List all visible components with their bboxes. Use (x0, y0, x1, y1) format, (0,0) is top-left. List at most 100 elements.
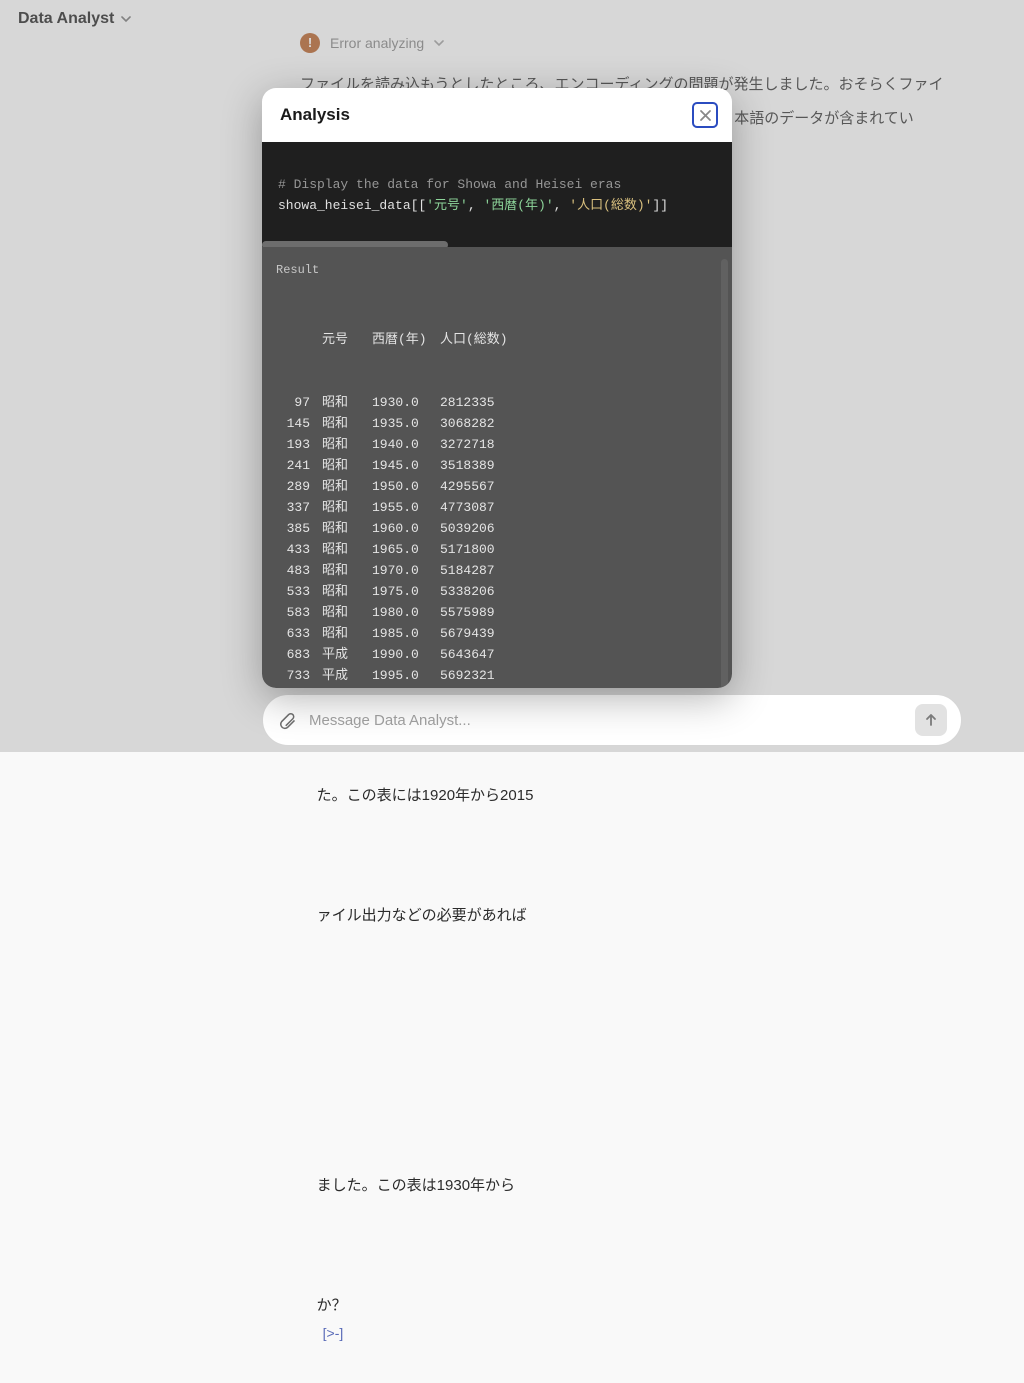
cell-era: 昭和 (322, 581, 372, 602)
vertical-scrollbar[interactable] (721, 259, 728, 688)
table-row: 683平成1990.05643647 (276, 644, 716, 665)
app-title-dropdown[interactable]: Data Analyst (18, 10, 132, 28)
cell-pop: 5338206 (440, 581, 530, 602)
cell-year: 1955.0 (372, 497, 440, 518)
result-label: Result (276, 261, 716, 280)
cell-index: 583 (276, 602, 322, 623)
cell-era: 昭和 (322, 476, 372, 497)
cell-era: 平成 (322, 687, 372, 688)
error-icon: ! (300, 33, 320, 53)
cell-index: 683 (276, 644, 322, 665)
cell-pop: 5683062 (440, 687, 530, 688)
cell-pop: 3518389 (440, 455, 530, 476)
cell-pop: 5575989 (440, 602, 530, 623)
table-row: 193昭和1940.03272718 (276, 434, 716, 455)
cell-index: 337 (276, 497, 322, 518)
cell-era: 昭和 (322, 518, 372, 539)
attach-icon[interactable] (277, 710, 297, 730)
cell-index: 241 (276, 455, 322, 476)
cell-pop: 5692321 (440, 665, 530, 686)
cell-index: 385 (276, 518, 322, 539)
table-header: 西暦(年) (372, 329, 440, 350)
code-comment: # Display the data for Showa and Heisei … (278, 177, 621, 192)
composer-placeholder: Message Data Analyst... (309, 712, 903, 729)
cell-pop: 5679439 (440, 623, 530, 644)
cell-year: 1940.0 (372, 434, 440, 455)
cell-year: 1945.0 (372, 455, 440, 476)
table-row: 145昭和1935.03068282 (276, 413, 716, 434)
close-icon (699, 109, 712, 122)
table-row: 733平成1995.05692321 (276, 665, 716, 686)
table-row: 385昭和1960.05039206 (276, 518, 716, 539)
analysis-modal: Analysis # Display the data for Showa an… (262, 88, 732, 688)
result-table: 元号 西暦(年) 人口(総数) 97昭和1930.02812335145昭和19… (276, 287, 716, 688)
cell-index: 533 (276, 581, 322, 602)
code-line: showa_heisei_data[['元号', '西暦(年)', '人口(総数… (278, 198, 668, 213)
cell-pop: 5184287 (440, 560, 530, 581)
cell-era: 昭和 (322, 392, 372, 413)
cell-year: 1985.0 (372, 623, 440, 644)
cell-era: 昭和 (322, 434, 372, 455)
cell-index: 193 (276, 434, 322, 455)
cell-era: 平成 (322, 644, 372, 665)
table-row: 97昭和1930.02812335 (276, 392, 716, 413)
cell-pop: 5039206 (440, 518, 530, 539)
send-button[interactable] (915, 704, 947, 736)
table-row: 433昭和1965.05171800 (276, 539, 716, 560)
table-row: 483昭和1970.05184287 (276, 560, 716, 581)
cell-year: 1970.0 (372, 560, 440, 581)
chevron-down-icon (434, 38, 444, 48)
cell-era: 平成 (322, 665, 372, 686)
table-row: 583昭和1980.05575989 (276, 602, 716, 623)
table-header: 人口(総数) (440, 329, 530, 350)
cell-year: 2000.0 (372, 687, 440, 688)
table-row: 633昭和1985.05679439 (276, 623, 716, 644)
cell-era: 昭和 (322, 602, 372, 623)
close-button[interactable] (692, 102, 718, 128)
table-row: 783平成2000.05683062 (276, 687, 716, 688)
modal-title: Analysis (280, 105, 350, 125)
cell-pop: 3272718 (440, 434, 530, 455)
table-body: 97昭和1930.02812335145昭和1935.03068282193昭和… (276, 392, 716, 688)
code-block: # Display the data for Showa and Heisei … (262, 142, 732, 247)
assistant-text: ―――――――――――――――――――――――――――― ました。この表は193… (300, 1115, 960, 1229)
table-header-row: 元号 西暦(年) 人口(総数) (276, 329, 716, 350)
cell-index: 433 (276, 539, 322, 560)
cell-year: 1980.0 (372, 602, 440, 623)
cell-pop: 4773087 (440, 497, 530, 518)
cell-era: 昭和 (322, 455, 372, 476)
cell-era: 昭和 (322, 560, 372, 581)
table-header: 元号 (322, 329, 372, 350)
table-row: 337昭和1955.04773087 (276, 497, 716, 518)
cell-year: 1935.0 (372, 413, 440, 434)
cell-year: 1965.0 (372, 539, 440, 560)
cell-era: 昭和 (322, 497, 372, 518)
cell-pop: 5171800 (440, 539, 530, 560)
cell-year: 1975.0 (372, 581, 440, 602)
error-banner[interactable]: ! Error analyzing (300, 30, 960, 57)
code-chip-link[interactable]: [>-] (323, 1325, 344, 1341)
cell-pop: 2812335 (440, 392, 530, 413)
cell-era: 昭和 (322, 539, 372, 560)
chevron-down-icon (120, 13, 132, 25)
cell-index: 733 (276, 665, 322, 686)
table-header (276, 329, 322, 350)
cell-pop: 3068282 (440, 413, 530, 434)
table-row: 289昭和1950.04295567 (276, 476, 716, 497)
cell-index: 97 (276, 392, 322, 413)
cell-year: 1930.0 (372, 392, 440, 413)
message-composer[interactable]: Message Data Analyst... (262, 694, 962, 746)
cell-index: 145 (276, 413, 322, 434)
cell-year: 1995.0 (372, 665, 440, 686)
cell-pop: 5643647 (440, 644, 530, 665)
app-title: Data Analyst (18, 10, 114, 28)
table-row: 533昭和1975.05338206 (276, 581, 716, 602)
result-block: Result 元号 西暦(年) 人口(総数) 97昭和1930.02812335… (262, 247, 732, 688)
cell-year: 1990.0 (372, 644, 440, 665)
cell-index: 633 (276, 623, 322, 644)
cell-index: 783 (276, 687, 322, 688)
cell-era: 昭和 (322, 623, 372, 644)
assistant-text: ―――――――――――――――――――――――――――― か？ [>-] (300, 1235, 960, 1378)
assistant-text: ―――――――――――――――――――――――――――― ァイル出力などの必要が… (300, 845, 960, 959)
modal-header: Analysis (262, 88, 732, 142)
